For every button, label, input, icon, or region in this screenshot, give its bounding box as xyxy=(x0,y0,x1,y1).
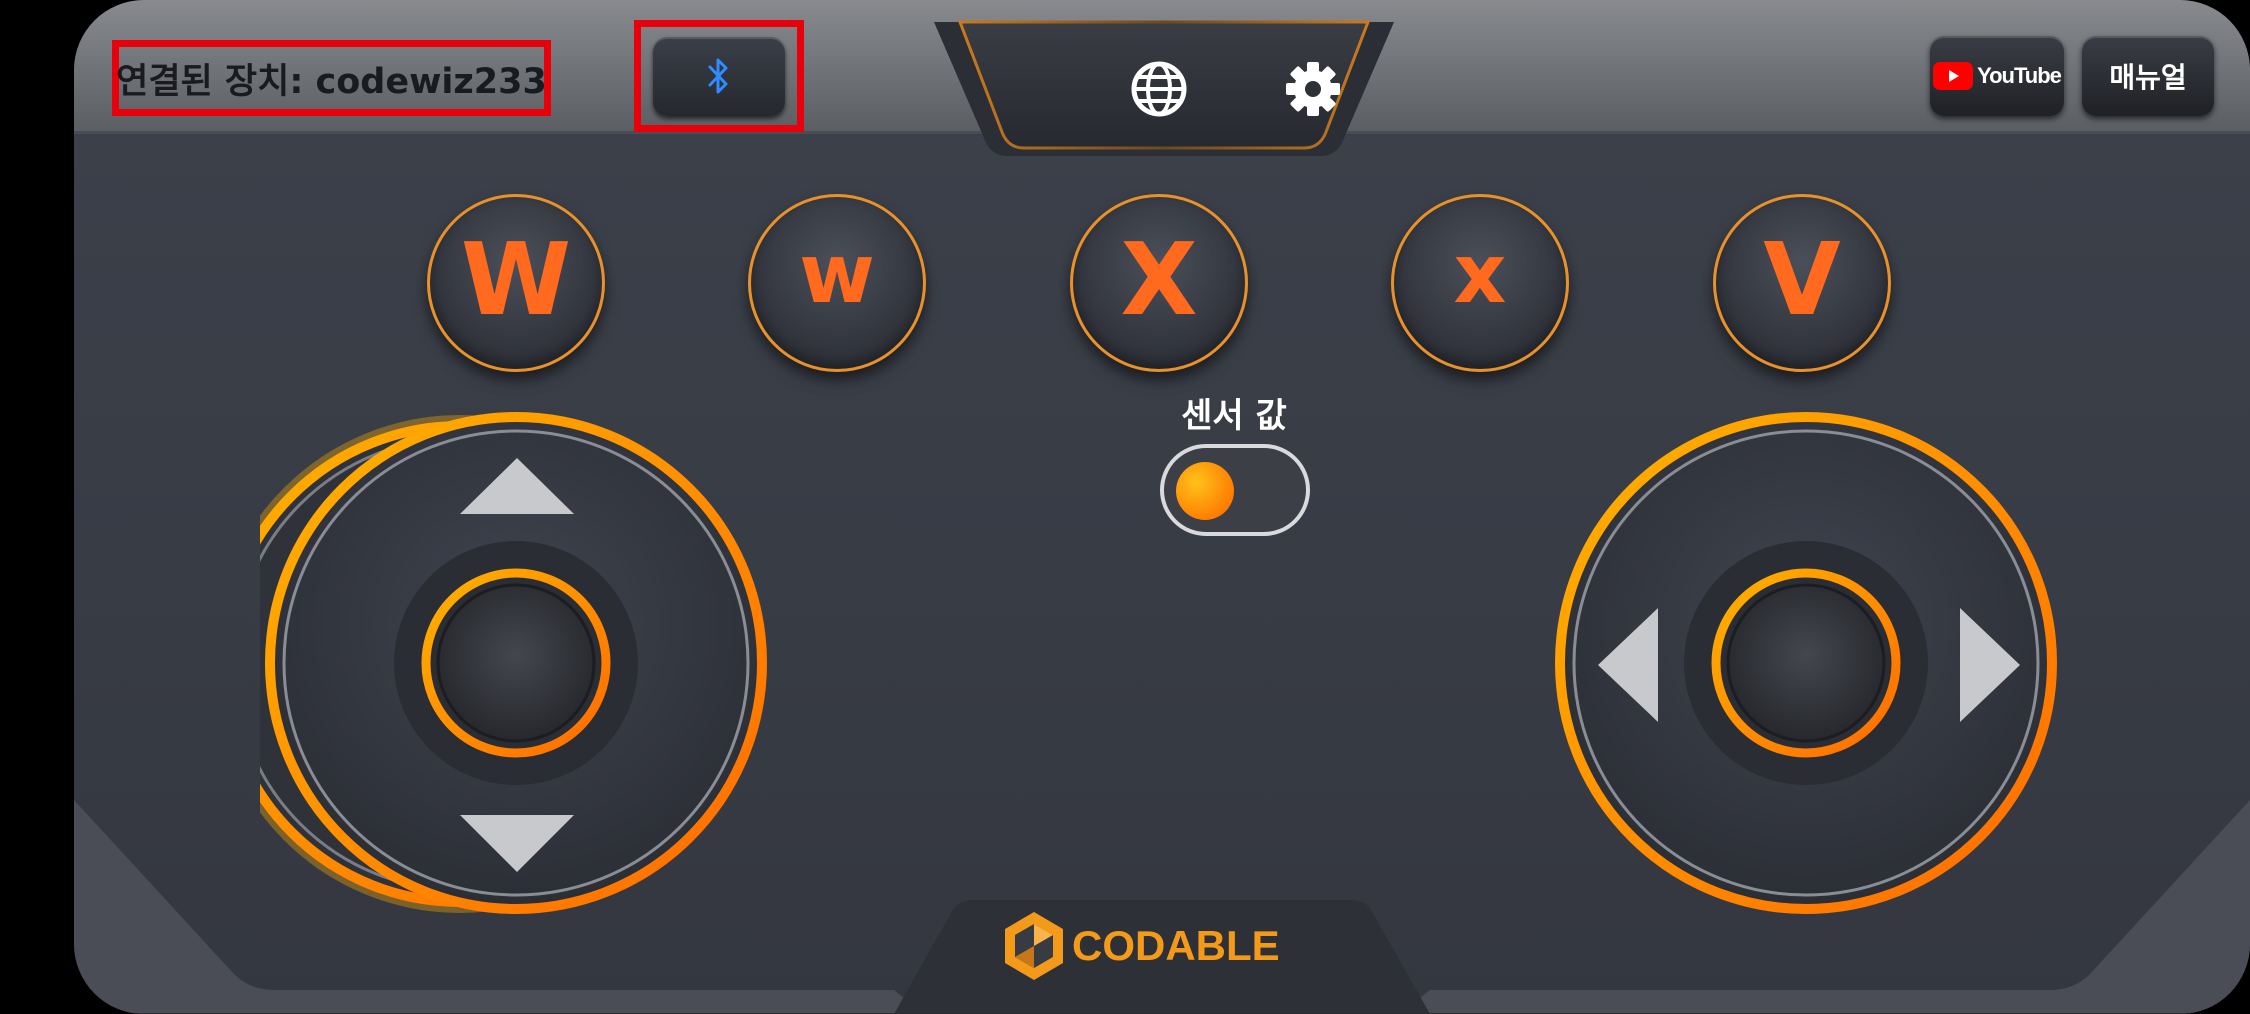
left-joystick[interactable] xyxy=(265,412,767,914)
right-joystick[interactable] xyxy=(1555,412,2057,914)
joystick-layer xyxy=(265,412,2057,914)
